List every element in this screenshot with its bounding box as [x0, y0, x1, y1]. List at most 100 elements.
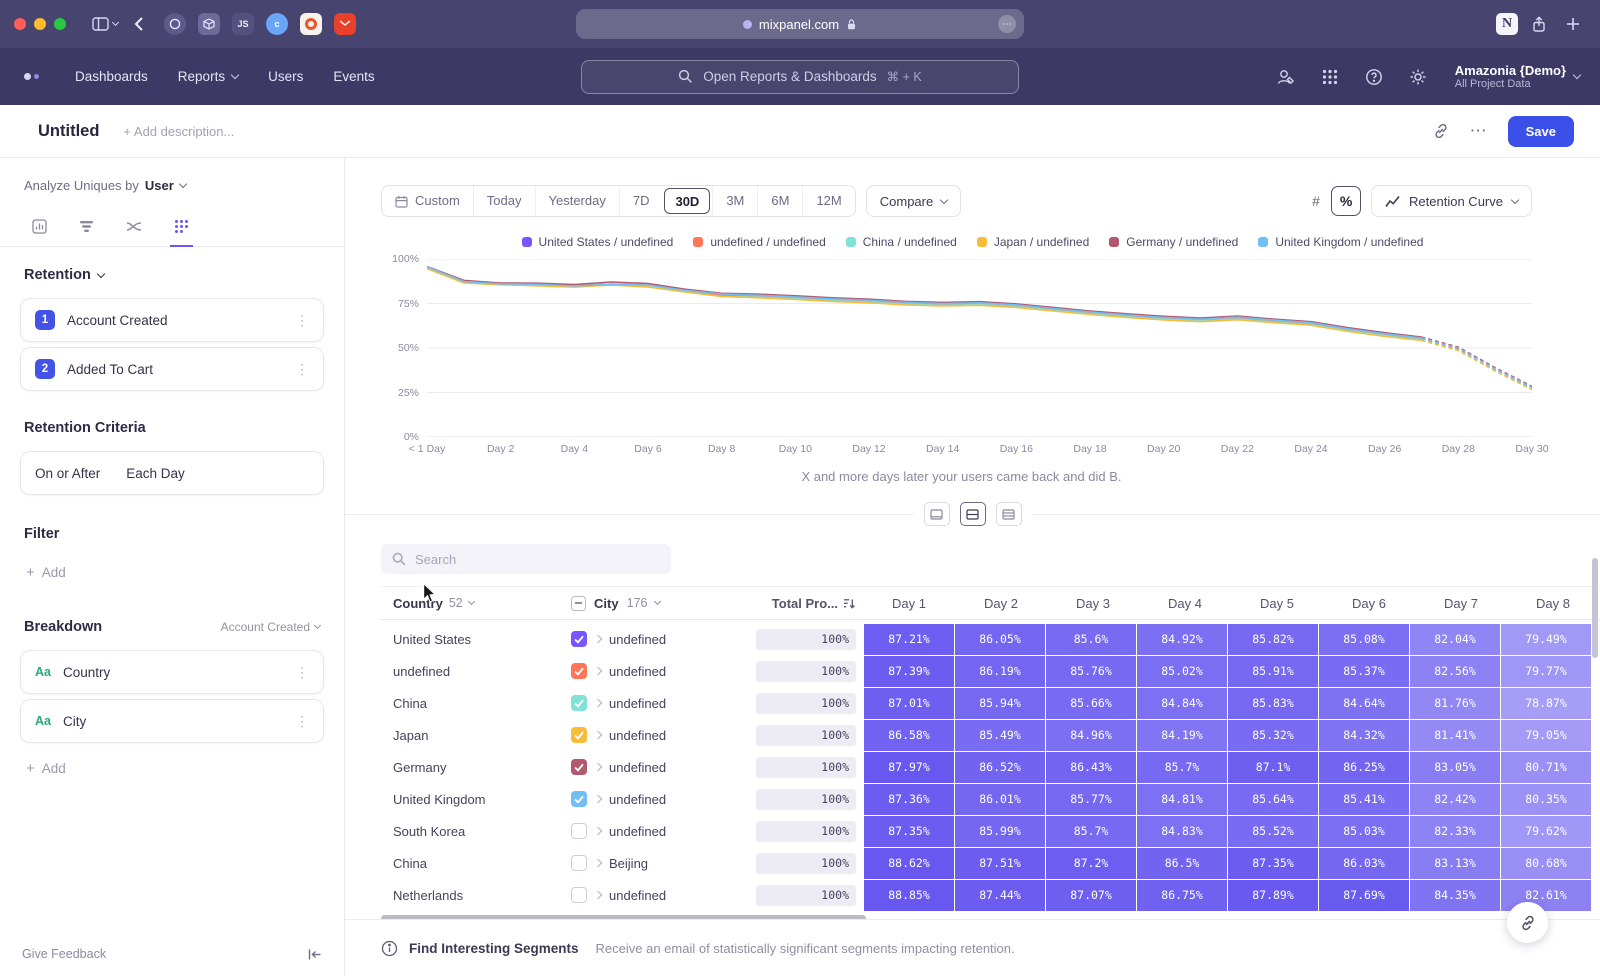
help-icon[interactable] [1363, 66, 1385, 88]
back-button[interactable] [126, 11, 152, 37]
extension-icon-app-orange[interactable] [300, 13, 322, 35]
maximize-window-button[interactable] [54, 18, 66, 30]
percent-toggle-button[interactable]: % [1331, 186, 1361, 216]
legend-item[interactable]: Germany / undefined [1109, 235, 1238, 249]
retention-criteria-card[interactable]: On or After Each Day [20, 451, 324, 495]
tab-insights[interactable] [30, 207, 49, 246]
minimize-window-button[interactable] [34, 18, 46, 30]
date-range-30d[interactable]: 30D [664, 188, 710, 214]
compare-button[interactable]: Compare [866, 185, 961, 217]
chart-type-selector[interactable]: Retention Curve [1371, 185, 1532, 217]
row-checkbox[interactable] [571, 663, 587, 679]
extension-icon-mail[interactable] [334, 13, 356, 35]
date-range-7d[interactable]: 7D [619, 186, 663, 216]
apps-grid-icon[interactable] [1319, 66, 1341, 88]
new-tab-icon[interactable] [1560, 11, 1586, 37]
more-options-icon[interactable]: ⋮ [295, 312, 309, 329]
tab-retention[interactable] [172, 207, 191, 246]
retention-section-heading[interactable]: Retention [0, 247, 344, 293]
add-breakdown-button[interactable]: + Add [0, 748, 344, 789]
add-description-button[interactable]: + Add description... [123, 124, 234, 139]
more-options-icon[interactable]: ⋮ [295, 664, 309, 681]
legend-item[interactable]: China / undefined [846, 235, 957, 249]
city-column-header[interactable]: City 176 [571, 596, 756, 611]
split-view-button[interactable] [960, 502, 986, 526]
add-filter-button[interactable]: + Add [0, 552, 344, 593]
project-switcher[interactable]: Amazonia {Demo} All Project Data [1455, 63, 1580, 91]
date-range-6m[interactable]: 6M [757, 186, 802, 216]
save-button[interactable]: Save [1508, 116, 1574, 147]
expand-row-icon[interactable] [594, 635, 602, 643]
legend-item[interactable]: United States / undefined [522, 235, 674, 249]
analyze-uniques-row[interactable]: Analyze Uniques by User [0, 158, 344, 207]
copy-link-icon[interactable] [1432, 122, 1450, 140]
mixpanel-logo[interactable] [24, 73, 39, 80]
row-checkbox[interactable] [571, 759, 587, 775]
sidebar-toggle-icon[interactable] [92, 11, 118, 37]
tab-funnels[interactable] [77, 207, 96, 246]
expand-row-icon[interactable] [594, 827, 602, 835]
row-checkbox[interactable] [571, 855, 587, 871]
data-management-icon[interactable] [1275, 66, 1297, 88]
extension-icon-cube[interactable] [198, 13, 220, 35]
page-options-icon[interactable]: ⋯ [998, 15, 1016, 33]
row-checkbox[interactable] [571, 631, 587, 647]
criteria-on-or-after[interactable]: On or After [35, 466, 100, 481]
retention-step-card[interactable]: 2Added To Cart⋮ [20, 347, 324, 391]
breakdown-card[interactable]: AaCountry⋮ [20, 650, 324, 694]
table-search-input[interactable]: Search [381, 544, 671, 574]
criteria-each-day[interactable]: Each Day [126, 466, 185, 481]
row-checkbox[interactable] [571, 727, 587, 743]
expand-row-icon[interactable] [594, 699, 602, 707]
more-options-icon[interactable]: ⋯ [1470, 121, 1488, 141]
global-search-button[interactable]: Open Reports & Dashboards ⌘ + K [581, 60, 1019, 94]
date-range-12m[interactable]: 12M [802, 186, 854, 216]
date-range-today[interactable]: Today [473, 186, 535, 216]
give-feedback-link[interactable]: Give Feedback [22, 947, 106, 961]
select-all-checkbox[interactable] [571, 596, 586, 611]
row-checkbox[interactable] [571, 823, 587, 839]
country-column-header[interactable]: Country 52 [381, 596, 571, 611]
nav-item-reports[interactable]: Reports [178, 69, 238, 84]
expand-row-icon[interactable] [594, 763, 602, 771]
more-options-icon[interactable]: ⋮ [295, 713, 309, 730]
date-range-yesterday[interactable]: Yesterday [535, 186, 619, 216]
date-range-3m[interactable]: 3M [712, 186, 757, 216]
collapse-sidebar-icon[interactable] [307, 948, 322, 961]
tab-flows[interactable] [124, 207, 144, 246]
count-toggle-button[interactable]: # [1301, 186, 1331, 216]
chart-only-view-button[interactable] [924, 502, 950, 526]
extension-icon-cloud[interactable]: c [266, 13, 288, 35]
report-title[interactable]: Untitled [38, 122, 99, 141]
expand-row-icon[interactable] [594, 667, 602, 675]
page-vertical-scrollbar[interactable] [1592, 558, 1598, 658]
legend-item[interactable]: United Kingdom / undefined [1258, 235, 1423, 249]
share-link-fab[interactable] [1507, 902, 1548, 943]
breakdown-scope-selector[interactable]: Account Created [221, 620, 320, 634]
nav-item-dashboards[interactable]: Dashboards [75, 69, 148, 84]
retention-step-card[interactable]: 1Account Created⋮ [20, 298, 324, 342]
legend-item[interactable]: Japan / undefined [977, 235, 1089, 249]
extension-icon-js[interactable]: JS [232, 13, 254, 35]
notion-extension-icon[interactable]: N [1496, 13, 1518, 35]
address-bar[interactable]: mixpanel.com ⋯ [576, 9, 1024, 39]
settings-gear-icon[interactable] [1407, 66, 1429, 88]
breakdown-card[interactable]: AaCity⋮ [20, 699, 324, 743]
more-options-icon[interactable]: ⋮ [295, 361, 309, 378]
row-checkbox[interactable] [571, 695, 587, 711]
close-window-button[interactable] [14, 18, 26, 30]
expand-row-icon[interactable] [594, 731, 602, 739]
expand-row-icon[interactable] [594, 795, 602, 803]
nav-item-events[interactable]: Events [333, 69, 374, 84]
legend-item[interactable]: undefined / undefined [693, 235, 825, 249]
extension-icon-info[interactable] [164, 13, 186, 35]
row-checkbox[interactable] [571, 791, 587, 807]
expand-row-icon[interactable] [594, 859, 602, 867]
find-segments-title[interactable]: Find Interesting Segments [409, 941, 579, 956]
table-only-view-button[interactable] [996, 502, 1022, 526]
date-range-custom[interactable]: Custom [382, 186, 473, 216]
share-icon[interactable] [1526, 11, 1552, 37]
total-column-header[interactable]: Total Pro... [756, 596, 864, 611]
nav-item-users[interactable]: Users [268, 69, 303, 84]
row-checkbox[interactable] [571, 887, 587, 903]
